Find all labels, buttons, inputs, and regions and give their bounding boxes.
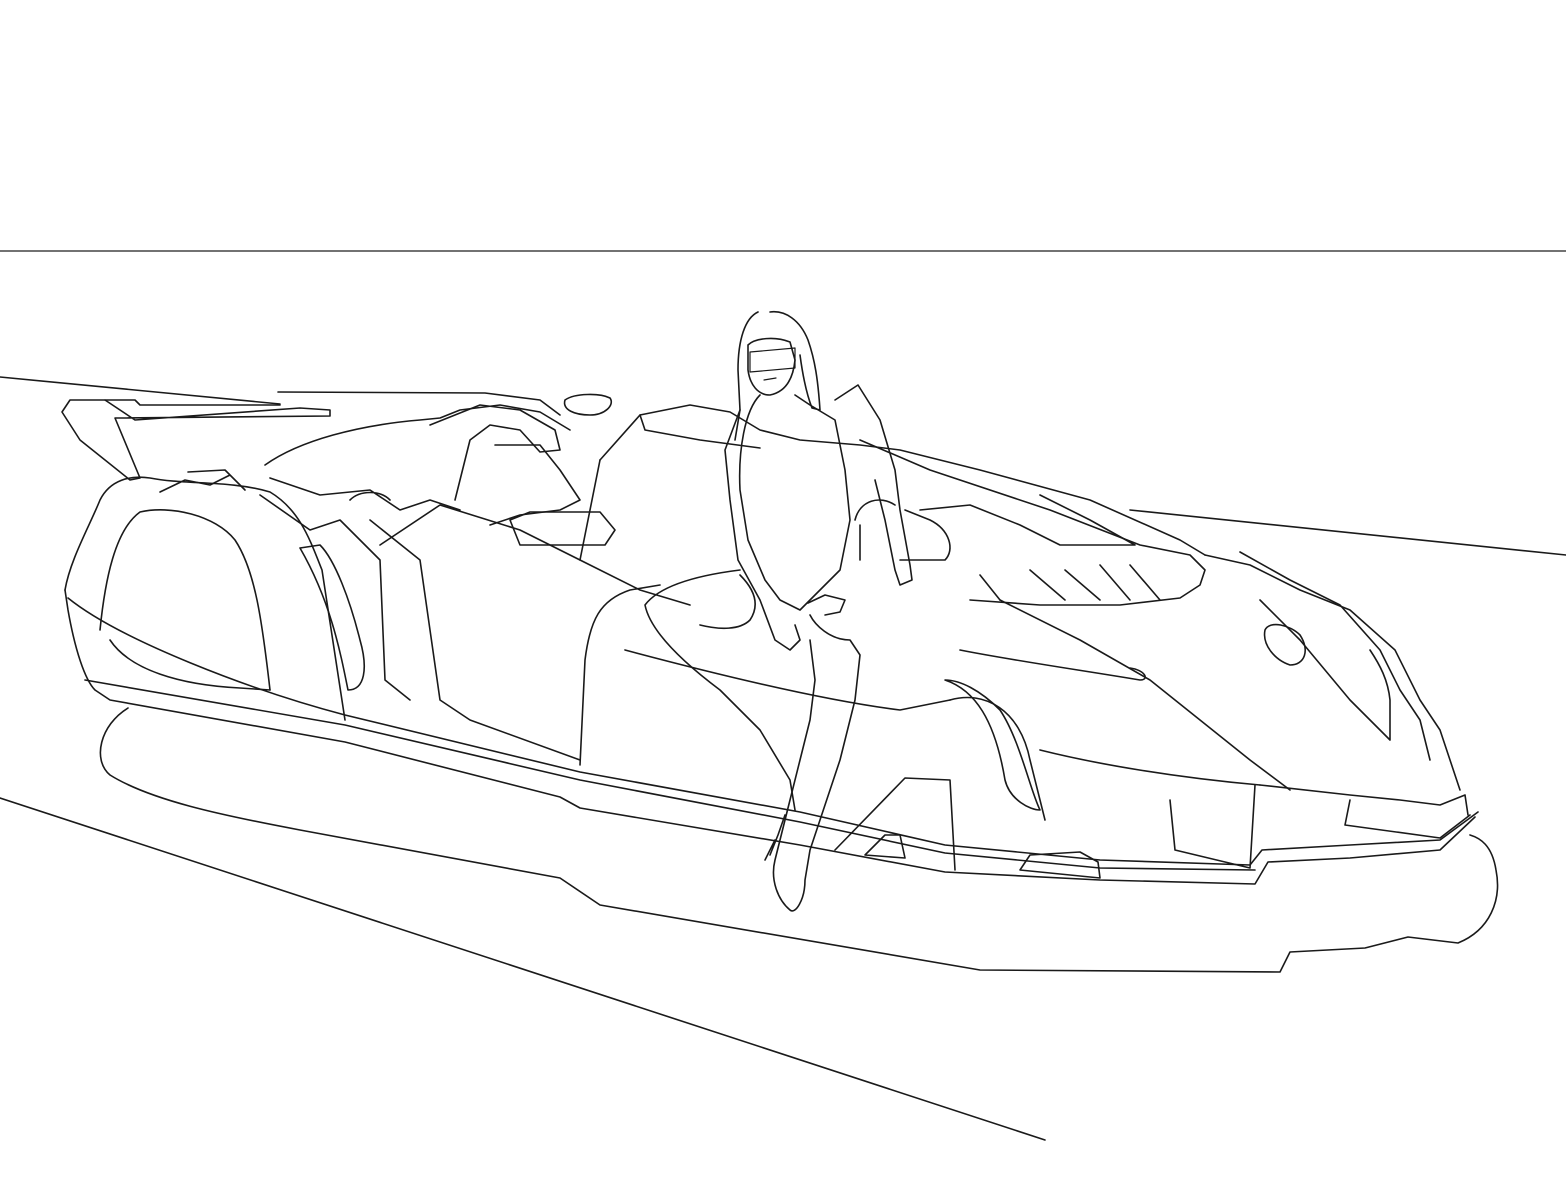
- figure-hair: [734, 311, 821, 441]
- side-intake-small: [864, 834, 906, 859]
- front-side-wheel-arch: [949, 696, 1046, 821]
- front-intake: [1169, 784, 1256, 869]
- rear-intake-line: [259, 494, 411, 701]
- hood-vents: [979, 564, 1161, 601]
- front-wheel-arch: [1259, 599, 1391, 741]
- car-side-skirt: [84, 679, 1256, 871]
- car: [61, 391, 1479, 885]
- cockpit-edge: [379, 504, 691, 606]
- figure-visor: [749, 347, 796, 373]
- figure-hand: [807, 594, 846, 616]
- line-art-illustration: [0, 250, 1566, 1141]
- figure-face: [747, 337, 796, 396]
- seat-cushion: [509, 511, 616, 546]
- figure-boot: [764, 814, 786, 861]
- door-crease: [624, 649, 951, 711]
- rear-spoiler-ridge: [277, 391, 561, 416]
- side-sculpt: [369, 519, 581, 761]
- line-art-canvas: [0, 0, 1566, 1198]
- hood-crease: [999, 599, 1291, 791]
- roll-hoop: [429, 404, 561, 501]
- hood-side-crease: [959, 649, 1146, 681]
- front-splitter: [1259, 784, 1469, 816]
- road-lines: [0, 376, 1566, 1141]
- road-edge-front: [0, 797, 1046, 1141]
- steering-wheel: [854, 499, 896, 561]
- figure-arm-left: [724, 409, 801, 651]
- figure-leg-back: [644, 569, 796, 811]
- front-fender-inner: [1239, 551, 1431, 761]
- mirror-left: [563, 393, 612, 416]
- engine-deck-lines: [269, 477, 461, 511]
- windshield-frame: [599, 404, 1206, 556]
- front-bumper-line: [1039, 749, 1261, 786]
- headlight: [1263, 623, 1306, 666]
- figure-thigh-back: [699, 574, 756, 630]
- road-edge-back-right: [1129, 509, 1566, 556]
- figure-mouth: [763, 377, 777, 381]
- rear-wing: [61, 399, 331, 481]
- car-lower-sill: [64, 589, 1476, 885]
- figure-leg-front: [772, 614, 861, 912]
- door-line: [579, 584, 661, 766]
- rear-vent: [299, 544, 366, 691]
- car-shadow: [99, 707, 1499, 973]
- rear-wheel-cover: [99, 509, 271, 691]
- road-edge-back-left: [0, 376, 281, 405]
- rear-wheel-cover-inner: [109, 639, 271, 691]
- car-lower-sill-inner: [67, 597, 1479, 866]
- seat-back: [489, 444, 581, 526]
- figure: [644, 311, 913, 912]
